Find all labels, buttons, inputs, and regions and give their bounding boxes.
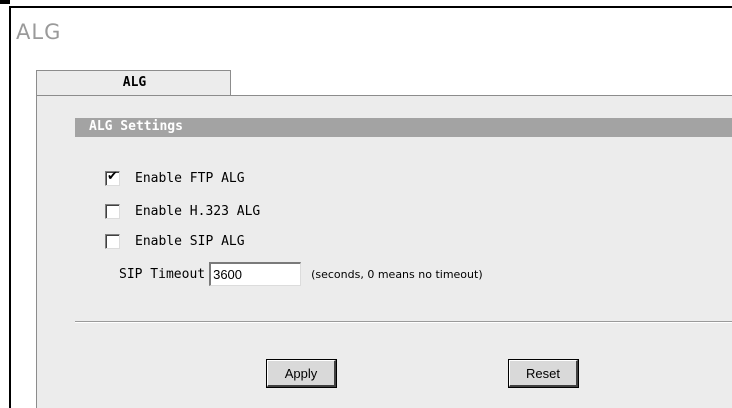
sip-timeout-input[interactable] bbox=[209, 262, 302, 286]
enable-ftp-alg-label: Enable FTP ALG bbox=[135, 170, 245, 186]
checkmark-icon: ✔ bbox=[107, 168, 118, 184]
tab-alg[interactable]: ALG bbox=[36, 70, 231, 96]
section-title: ALG Settings bbox=[89, 119, 183, 134]
apply-button[interactable]: Apply bbox=[266, 359, 337, 388]
reset-button[interactable]: Reset bbox=[508, 359, 579, 388]
option-row-ftp[interactable]: ✔ Enable FTP ALG bbox=[105, 168, 245, 188]
settings-panel bbox=[36, 95, 732, 408]
enable-h323-alg-checkbox[interactable] bbox=[105, 203, 120, 219]
divider bbox=[75, 321, 732, 323]
option-row-sip[interactable]: Enable SIP ALG bbox=[105, 231, 245, 251]
enable-h323-alg-label: Enable H.323 ALG bbox=[135, 203, 261, 219]
enable-sip-alg-label: Enable SIP ALG bbox=[135, 233, 245, 249]
page-title: ALG bbox=[16, 20, 62, 44]
enable-ftp-alg-checkbox[interactable]: ✔ bbox=[105, 168, 120, 186]
top-edge-fragment bbox=[0, 0, 10, 4]
sip-timeout-row: SIP Timeout (seconds, 0 means no timeout… bbox=[119, 261, 483, 287]
tab-alg-label: ALG bbox=[122, 75, 147, 90]
option-row-h323[interactable]: Enable H.323 ALG bbox=[105, 201, 260, 221]
sip-timeout-hint: (seconds, 0 means no timeout) bbox=[311, 267, 483, 281]
sip-timeout-label: SIP Timeout bbox=[119, 266, 206, 282]
enable-sip-alg-checkbox[interactable] bbox=[105, 233, 120, 249]
section-header: ALG Settings bbox=[75, 118, 732, 137]
